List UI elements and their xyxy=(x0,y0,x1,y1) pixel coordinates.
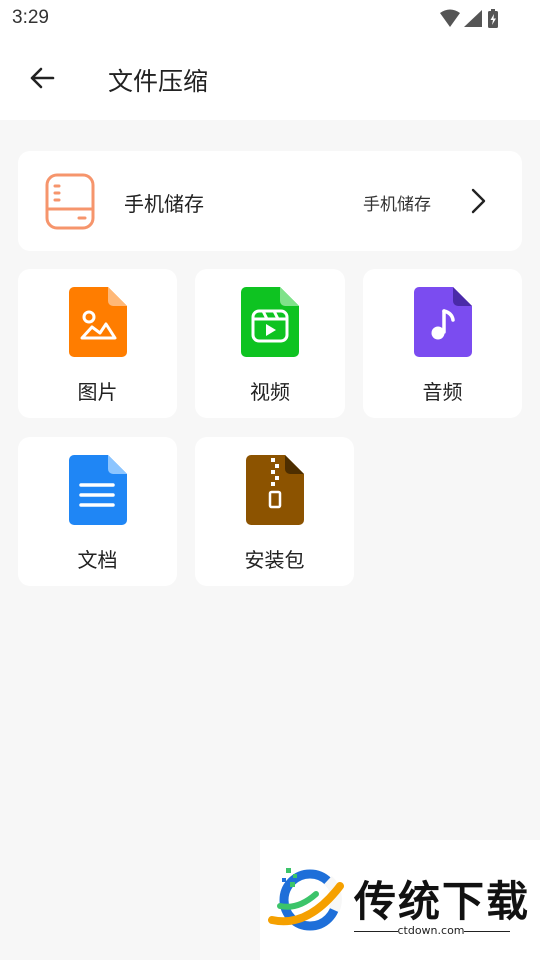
video-icon xyxy=(241,287,299,357)
watermark: 传统下载 ctdown.com xyxy=(260,840,540,960)
ctdown-logo-icon xyxy=(268,868,344,931)
category-audio[interactable]: 音频 xyxy=(363,269,522,418)
zip-icon xyxy=(246,455,304,525)
status-time: 3:29 xyxy=(12,7,49,28)
wifi-icon xyxy=(440,9,460,27)
music-icon xyxy=(414,287,472,357)
page-title: 文件压缩 xyxy=(108,67,209,96)
status-icons xyxy=(440,9,498,28)
category-label: 安装包 xyxy=(244,548,305,572)
storage-device-icon xyxy=(45,173,95,230)
category-label: 图片 xyxy=(77,380,118,404)
watermark-text: 传统下载 xyxy=(354,877,531,926)
category-label: 视频 xyxy=(250,380,290,404)
back-button[interactable] xyxy=(22,58,62,98)
category-documents[interactable]: 文档 xyxy=(18,437,177,586)
chevron-right-icon xyxy=(471,188,486,214)
app-bar: 文件压缩 xyxy=(0,38,540,120)
signal-icon xyxy=(464,10,482,27)
storage-selector[interactable]: 手机储存 手机储存 xyxy=(18,151,522,251)
status-bar: 3:29 xyxy=(0,0,540,38)
storage-label: 手机储存 xyxy=(124,192,204,216)
category-label: 音频 xyxy=(422,380,463,404)
arrow-left-icon xyxy=(30,67,55,89)
divider xyxy=(464,931,510,932)
storage-value: 手机储存 xyxy=(363,195,431,215)
document-icon xyxy=(69,455,127,525)
category-label: 文档 xyxy=(77,548,118,572)
category-video[interactable]: 视频 xyxy=(195,269,345,418)
battery-icon xyxy=(488,9,498,28)
category-images[interactable]: 图片 xyxy=(18,269,177,418)
image-icon xyxy=(69,287,127,357)
category-packages[interactable]: 安装包 xyxy=(195,437,354,586)
